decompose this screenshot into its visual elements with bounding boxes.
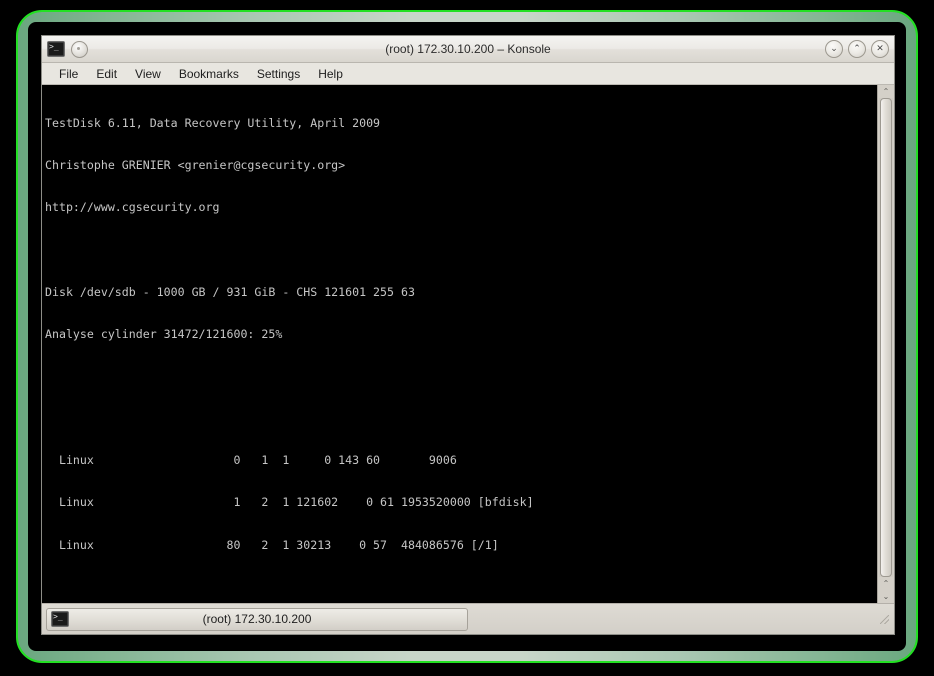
window-controls: ⌄ ⌃ ✕ bbox=[825, 40, 889, 58]
menu-item-view[interactable]: View bbox=[126, 65, 170, 83]
scroll-down-icon[interactable]: ⌄ bbox=[879, 590, 893, 603]
terminal-blank-3 bbox=[45, 411, 877, 425]
menu-item-bookmarks[interactable]: Bookmarks bbox=[170, 65, 248, 83]
scrollbar-track[interactable] bbox=[879, 98, 893, 577]
titlebar-left-icons bbox=[47, 40, 88, 58]
menu-item-file[interactable]: File bbox=[50, 65, 87, 83]
statusbar: (root) 172.30.10.200 bbox=[42, 603, 894, 634]
scroll-up-bottom-icon[interactable]: ⌃ bbox=[879, 577, 893, 590]
terminal-line-url: http://www.cgsecurity.org bbox=[45, 200, 220, 215]
partition-row-0: Linux 0 1 1 0 143 60 9006 bbox=[45, 453, 457, 468]
terminal-line-disk-info: Disk /dev/sdb - 1000 GB / 931 GiB - CHS … bbox=[45, 284, 415, 299]
menu-item-edit[interactable]: Edit bbox=[87, 65, 126, 83]
terminal-screen[interactable]: TestDisk 6.11, Data Recovery Utility, Ap… bbox=[42, 85, 877, 603]
minimize-icon[interactable]: ⌄ bbox=[825, 40, 843, 58]
partition-row-1: Linux 1 2 1 121602 0 61 1953520000 [bfdi… bbox=[45, 495, 534, 510]
terminal-blank-2 bbox=[45, 369, 877, 383]
session-tab[interactable]: (root) 172.30.10.200 bbox=[46, 607, 468, 631]
partition-row-2: Linux 80 2 1 30213 0 57 484086576 [/1] bbox=[45, 537, 499, 552]
resize-grip[interactable] bbox=[878, 613, 890, 625]
terminal-line-analyse-progress: Analyse cylinder 31472/121600: 25% bbox=[45, 326, 283, 341]
pin-icon[interactable] bbox=[71, 40, 88, 58]
window-titlebar[interactable]: (root) 172.30.10.200 – Konsole ⌄ ⌃ ✕ bbox=[42, 36, 894, 63]
terminal-line-title: TestDisk 6.11, Data Recovery Utility, Ap… bbox=[45, 116, 381, 131]
session-terminal-icon bbox=[51, 610, 69, 627]
menubar: File Edit View Bookmarks Settings Help bbox=[42, 63, 894, 85]
konsole-window: (root) 172.30.10.200 – Konsole ⌄ ⌃ ✕ Fil… bbox=[42, 36, 894, 634]
menu-item-settings[interactable]: Settings bbox=[248, 65, 309, 83]
terminal-line-author: Christophe GRENIER <grenier@cgsecurity.o… bbox=[45, 158, 346, 173]
window-title: (root) 172.30.10.200 – Konsole bbox=[385, 42, 551, 56]
close-icon[interactable]: ✕ bbox=[871, 40, 889, 58]
scrollbar-thumb[interactable] bbox=[880, 98, 892, 577]
terminal-blank-1 bbox=[45, 243, 877, 257]
terminal-scrollbar[interactable]: ⌃ ⌃ ⌄ bbox=[877, 85, 894, 603]
maximize-icon[interactable]: ⌃ bbox=[848, 40, 866, 58]
desktop-background: (root) 172.30.10.200 – Konsole ⌄ ⌃ ✕ Fil… bbox=[0, 0, 934, 676]
terminal-icon bbox=[47, 40, 65, 57]
menu-item-help[interactable]: Help bbox=[309, 65, 352, 83]
scroll-up-icon[interactable]: ⌃ bbox=[879, 85, 893, 98]
session-tab-label: (root) 172.30.10.200 bbox=[202, 612, 312, 626]
terminal-area: TestDisk 6.11, Data Recovery Utility, Ap… bbox=[42, 85, 894, 603]
